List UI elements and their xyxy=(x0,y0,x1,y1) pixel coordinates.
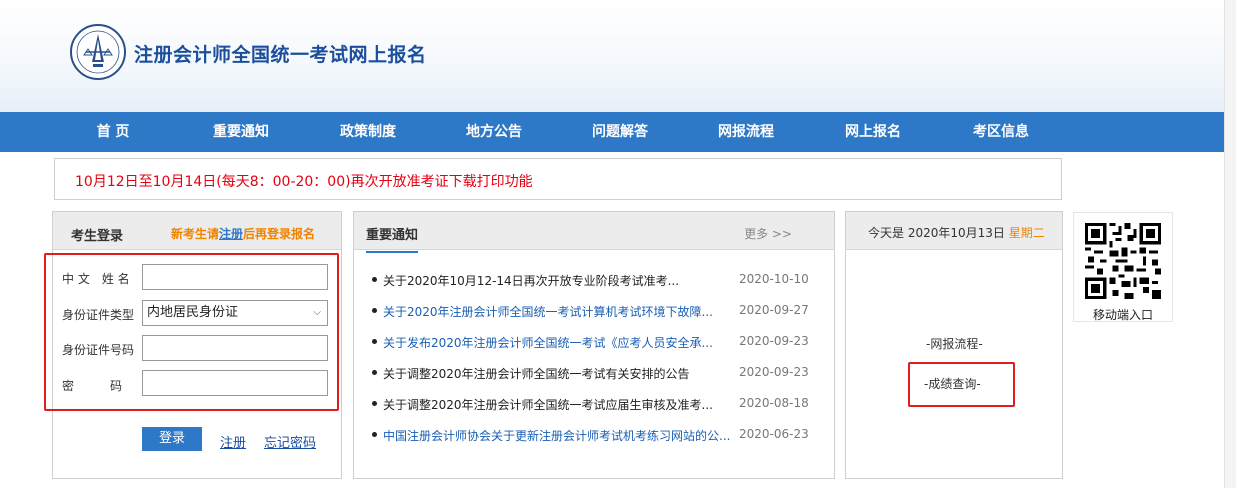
news-more-link[interactable]: 更多 >> xyxy=(744,225,792,242)
bullet-icon xyxy=(372,339,377,344)
nav-online-registration[interactable]: 网上报名 xyxy=(823,112,923,152)
news-item[interactable]: 关于调整2020年注册会计师全国统一考试应届生审核及准考... 2020-08-… xyxy=(372,395,812,415)
nav-faq[interactable]: 问题解答 xyxy=(570,112,670,152)
login-hint-suffix: 后再登录报名 xyxy=(243,227,316,241)
news-panel-header: 重要通知 更多 >> xyxy=(354,212,834,253)
news-item[interactable]: 关于调整2020年注册会计师全国统一考试有关安排的公告 2020-09-23 xyxy=(372,364,812,384)
hint-register-link[interactable]: 注册 xyxy=(219,227,243,241)
login-panel-header: 考生登录 新考生请注册后再登录报名 xyxy=(53,212,341,250)
tab-important-notices[interactable]: 重要通知 xyxy=(366,224,419,253)
news-date: 2020-10-10 xyxy=(739,272,809,286)
bullet-icon xyxy=(372,370,377,375)
news-date: 2020-08-18 xyxy=(739,396,809,410)
news-item[interactable]: 关于2020年注册会计师全国统一考试计算机考试环境下故障... 2020-09-… xyxy=(372,302,812,322)
main-nav: 首 页 重要通知 政策制度 地方公告 问题解答 网报流程 网上报名 考区信息 xyxy=(0,112,1224,152)
notice-text: 10月12日至10月14日(每天8：00-20：00)再次开放准考证下载打印功能 xyxy=(75,174,533,190)
news-date: 2020-09-23 xyxy=(739,334,809,348)
notice-banner: 10月12日至10月14日(每天8：00-20：00)再次开放准考证下载打印功能 xyxy=(54,158,1062,200)
bullet-icon xyxy=(372,308,377,313)
registration-flow-link[interactable]: -网报流程- xyxy=(926,335,983,352)
site-title: 注册会计师全国统一考试网上报名 xyxy=(134,44,427,66)
news-title[interactable]: 关于2020年10月12-14日再次开放专业阶段考试准考... xyxy=(383,272,679,289)
news-title[interactable]: 关于调整2020年注册会计师全国统一考试应届生审核及准考... xyxy=(383,396,713,413)
page: 注册会计师全国统一考试网上报名 首 页 重要通知 政策制度 地方公告 问题解答 … xyxy=(0,0,1236,488)
news-item[interactable]: 关于发布2020年注册会计师全国统一考试《应考人员安全承... 2020-09-… xyxy=(372,333,812,353)
cicpa-logo-icon xyxy=(70,24,126,80)
nav-local-announcements[interactable]: 地方公告 xyxy=(444,112,544,152)
nav-registration-flow[interactable]: 网报流程 xyxy=(696,112,796,152)
nav-exam-areas[interactable]: 考区信息 xyxy=(951,112,1051,152)
date-panel-header: 今天是 2020年10月13日 星期二 xyxy=(846,212,1062,250)
date-prefix: 今天是 2020年10月13日 xyxy=(868,226,1005,240)
mobile-entry-label: 移动端入口 xyxy=(1093,308,1154,322)
login-button[interactable]: 登录 xyxy=(142,427,202,451)
forgot-password-link[interactable]: 忘记密码 xyxy=(264,432,316,451)
site-header: 注册会计师全国统一考试网上报名 xyxy=(0,0,1224,112)
score-highlight-box xyxy=(908,362,1015,407)
news-date: 2020-09-23 xyxy=(739,365,809,379)
login-hint: 新考生请注册后再登录报名 xyxy=(171,225,315,242)
login-title: 考生登录 xyxy=(71,229,124,244)
login-hint-prefix: 新考生请 xyxy=(171,227,220,241)
bullet-icon xyxy=(372,401,377,406)
news-item[interactable]: 关于2020年10月12-14日再次开放专业阶段考试准考... 2020-10-… xyxy=(372,271,812,291)
bullet-icon xyxy=(372,277,377,282)
nav-home[interactable]: 首 页 xyxy=(63,112,163,152)
nav-policies[interactable]: 政策制度 xyxy=(318,112,418,152)
news-title[interactable]: 中国注册会计师协会关于更新注册会计师考试机考练习网站的公... xyxy=(383,427,730,444)
right-scroll-strip xyxy=(1224,0,1236,488)
today-date: 今天是 2020年10月13日 星期二 xyxy=(868,224,1045,241)
news-title[interactable]: 关于发布2020年注册会计师全国统一考试《应考人员安全承... xyxy=(383,334,713,351)
form-highlight-box xyxy=(44,253,339,411)
news-title[interactable]: 关于2020年注册会计师全国统一考试计算机考试环境下故障... xyxy=(383,303,713,320)
register-link[interactable]: 注册 xyxy=(220,432,246,451)
weekday: 星期二 xyxy=(1008,226,1045,240)
qr-code-icon[interactable] xyxy=(1085,223,1161,299)
nav-important-notices[interactable]: 重要通知 xyxy=(191,112,291,152)
news-date: 2020-09-27 xyxy=(739,303,809,317)
news-date: 2020-06-23 xyxy=(739,427,809,441)
bullet-icon xyxy=(372,432,377,437)
news-title[interactable]: 关于调整2020年注册会计师全国统一考试有关安排的公告 xyxy=(383,365,690,382)
news-item[interactable]: 中国注册会计师协会关于更新注册会计师考试机考练习网站的公... 2020-06-… xyxy=(372,426,812,446)
